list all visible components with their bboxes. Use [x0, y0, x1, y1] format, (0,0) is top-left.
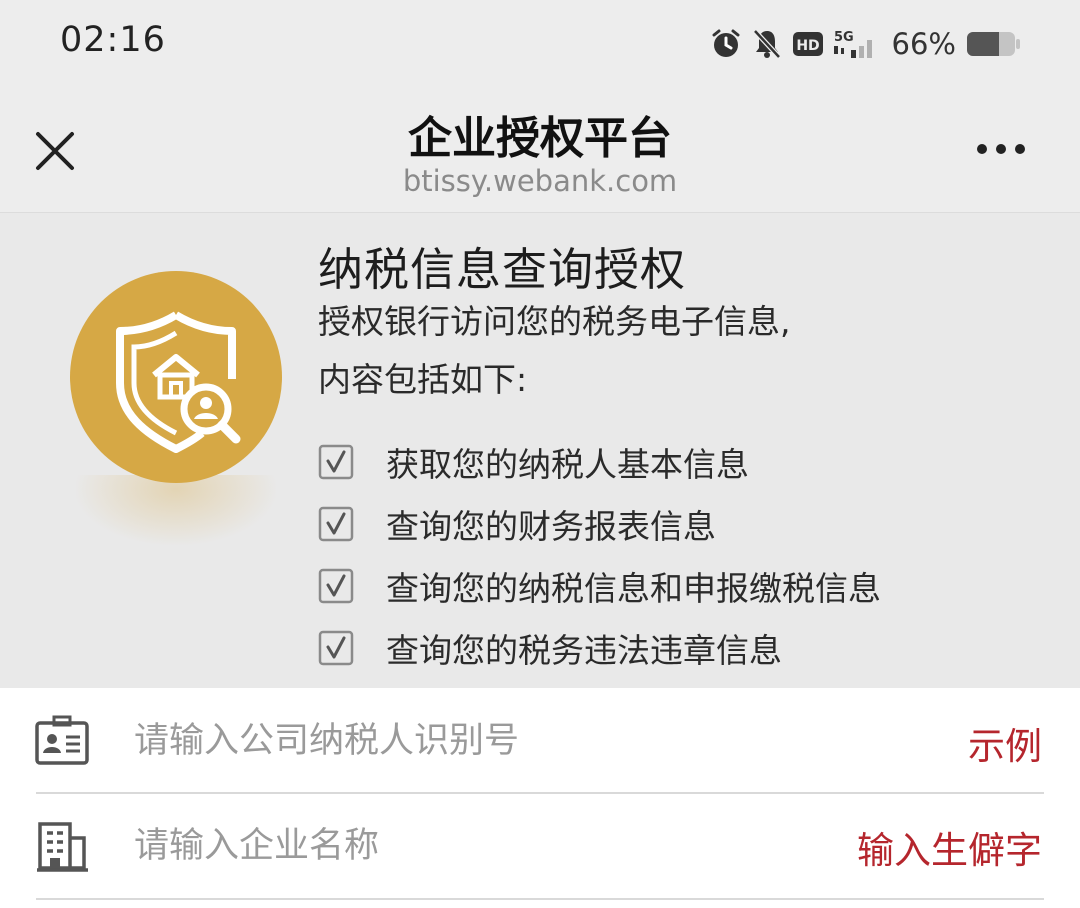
building-icon — [37, 822, 88, 872]
badge-reflection — [76, 475, 276, 545]
description-line-1: 授权银行访问您的税务电子信息, — [318, 302, 791, 341]
battery-percent: 66% — [891, 27, 956, 61]
status-time: 02:16 — [60, 20, 166, 60]
status-icons: HD 5G 66% — [710, 24, 1022, 64]
company-name-row: 输入生僻字 — [0, 794, 1080, 900]
scope-label: 查询您的纳税信息和申报缴税信息 — [386, 569, 881, 608]
page-url: btissy.webank.com — [402, 164, 678, 198]
list-item: 查询您的税务违法违章信息 — [318, 617, 881, 679]
authorization-description: 授权银行访问您的税务电子信息, 内容包括如下: — [318, 293, 791, 409]
svg-text:HD: HD — [796, 38, 819, 54]
hd-icon: HD — [792, 32, 823, 56]
description-line-2: 内容包括如下: — [318, 360, 528, 399]
row-divider — [36, 898, 1044, 900]
company-info-form: 示例 输入生僻字 — [0, 688, 1080, 908]
checkbox-checked-icon[interactable] — [318, 506, 354, 542]
mute-bell-icon — [752, 29, 781, 59]
alarm-icon — [712, 29, 740, 57]
more-button[interactable] — [966, 134, 1036, 164]
rare-character-input-link[interactable]: 输入生僻字 — [857, 820, 1042, 874]
list-item: 查询您的纳税信息和申报缴税信息 — [318, 555, 881, 617]
company-name-input[interactable] — [134, 816, 814, 876]
authorization-title: 纳税信息查询授权 — [318, 243, 687, 296]
authorization-scope-list: 获取您的纳税人基本信息 查询您的财务报表信息 查询您的纳税信息和申报缴税信息 查… — [318, 431, 881, 679]
authorization-hero: 纳税信息查询授权 授权银行访问您的税务电子信息, 内容包括如下: 获取您的纳税人… — [0, 213, 1080, 688]
scope-label: 查询您的财务报表信息 — [386, 507, 716, 546]
list-item: 查询您的财务报表信息 — [318, 493, 881, 555]
battery-icon — [967, 32, 1020, 56]
page-title: 企业授权平台 — [408, 113, 672, 164]
example-link[interactable]: 示例 — [968, 716, 1042, 770]
status-bar: 02:16 HD 5G 66% — [0, 0, 1080, 86]
id-card-icon — [35, 715, 89, 765]
more-icon — [977, 144, 1025, 154]
nav-bar: 企业授权平台 btissy.webank.com — [0, 86, 1080, 214]
shield-enterprise-search-icon — [116, 311, 241, 453]
tax-id-row: 示例 — [0, 688, 1080, 794]
scope-label: 查询您的税务违法违章信息 — [386, 631, 782, 670]
checkbox-checked-icon[interactable] — [318, 630, 354, 666]
authorization-badge — [70, 271, 282, 483]
checkbox-checked-icon[interactable] — [318, 568, 354, 604]
signal-5g-icon: 5G — [833, 30, 872, 58]
tax-id-input[interactable] — [134, 711, 814, 771]
checkbox-checked-icon[interactable] — [318, 444, 354, 480]
svg-text:5G: 5G — [834, 30, 854, 45]
scope-label: 获取您的纳税人基本信息 — [386, 445, 749, 484]
list-item: 获取您的纳税人基本信息 — [318, 431, 881, 493]
